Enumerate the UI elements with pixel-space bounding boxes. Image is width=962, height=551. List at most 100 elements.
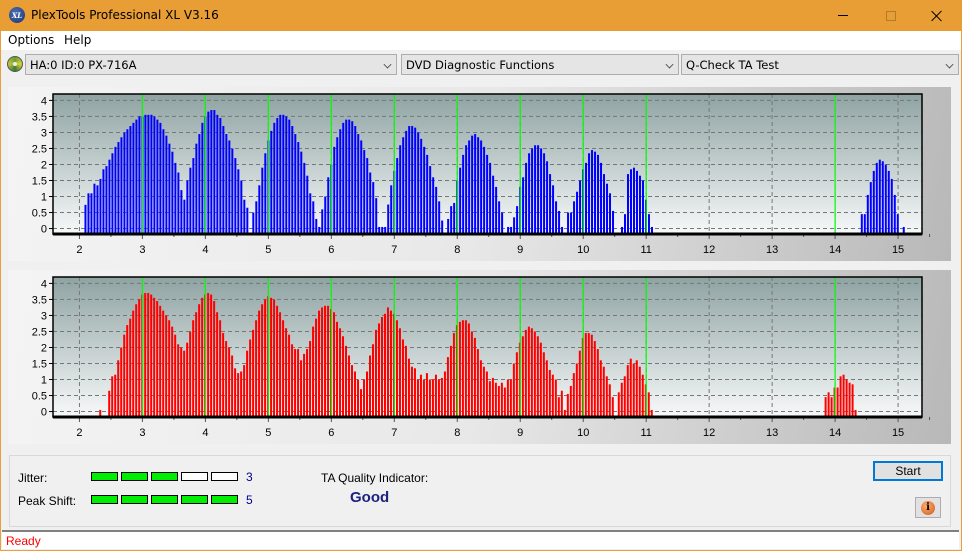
histogram-bar xyxy=(629,169,632,234)
histogram-bar xyxy=(380,317,383,417)
toolbar: HA:0 ID:0 PX-716A DVD Diagnostic Functio… xyxy=(1,50,961,80)
status-bar: Ready xyxy=(2,530,959,549)
histogram-bar xyxy=(297,142,300,234)
histogram-bar xyxy=(135,119,138,234)
histogram-bar xyxy=(117,360,120,417)
x-tick-label: 4 xyxy=(202,244,208,256)
histogram-bar xyxy=(300,151,303,234)
start-button[interactable]: Start xyxy=(873,461,943,481)
histogram-bar xyxy=(390,185,393,234)
histogram-bar xyxy=(333,312,336,417)
histogram-bar xyxy=(435,186,438,234)
x-tick-label: 10 xyxy=(577,427,589,439)
histogram-bar xyxy=(123,334,126,417)
histogram-bar xyxy=(647,214,650,234)
x-tick-label: 9 xyxy=(517,427,523,439)
ta-quality-value: Good xyxy=(350,489,390,506)
histogram-bar xyxy=(180,190,183,234)
histogram-bar xyxy=(192,320,195,417)
histogram-bar xyxy=(626,365,629,417)
histogram-bar xyxy=(497,385,500,417)
histogram-bar xyxy=(351,365,354,417)
histogram-bar xyxy=(84,204,87,234)
histogram-bar xyxy=(558,210,561,234)
histogram-bar xyxy=(612,210,615,234)
histogram-bar xyxy=(546,161,549,234)
histogram-bar xyxy=(611,397,614,417)
drive-select-value: HA:0 ID:0 PX-716A xyxy=(30,58,137,72)
y-tick-label: 3 xyxy=(41,127,47,139)
histogram-bar xyxy=(324,196,327,234)
histogram-bar xyxy=(447,218,450,234)
histogram-bar xyxy=(515,352,518,417)
histogram-bar xyxy=(408,126,411,234)
histogram-bar xyxy=(120,137,123,234)
histogram-bar xyxy=(506,379,509,417)
histogram-bar xyxy=(87,193,90,234)
histogram-bar xyxy=(425,373,428,417)
test-select[interactable]: Q-Check TA Test xyxy=(681,54,959,75)
function-select[interactable]: DVD Diagnostic Functions xyxy=(401,54,679,75)
histogram-bar xyxy=(830,397,833,417)
histogram-bar xyxy=(243,365,246,417)
histogram-bar xyxy=(243,199,246,234)
histogram-bar xyxy=(495,186,498,234)
histogram-bar xyxy=(192,158,195,234)
histogram-bar xyxy=(386,307,389,417)
histogram-bar xyxy=(608,384,611,417)
jitter-value: 3 xyxy=(246,470,253,484)
histogram-bar xyxy=(875,162,878,234)
drive-select[interactable]: HA:0 ID:0 PX-716A xyxy=(25,54,397,75)
histogram-bar xyxy=(467,323,470,417)
histogram-bar xyxy=(432,177,435,234)
histogram-bar xyxy=(255,320,258,417)
histogram-bar xyxy=(572,373,575,417)
histogram-bar xyxy=(603,174,606,234)
histogram-bar xyxy=(309,193,312,234)
histogram-bar xyxy=(605,376,608,417)
histogram-bar xyxy=(318,310,321,417)
minimize-button[interactable] xyxy=(820,0,866,31)
y-tick-label: 0 xyxy=(41,224,47,236)
histogram-bar xyxy=(537,145,540,234)
y-tick-label: 4 xyxy=(41,95,47,107)
close-button[interactable] xyxy=(914,0,960,31)
histogram-bar xyxy=(851,384,854,417)
histogram-bar xyxy=(219,118,222,234)
maximize-button[interactable] xyxy=(868,0,914,31)
jitter-meter-segment xyxy=(91,472,118,481)
histogram-bar xyxy=(641,180,644,234)
x-tick-label: 3 xyxy=(139,244,145,256)
peak-shift-meter-segment xyxy=(121,495,148,504)
histogram-bar xyxy=(827,392,830,417)
y-tick-label: 1.5 xyxy=(32,358,47,370)
histogram-bar xyxy=(321,209,324,234)
x-tick-label: 2 xyxy=(76,427,82,439)
histogram-bar xyxy=(264,153,267,234)
histogram-bar xyxy=(848,382,851,417)
histogram-bar xyxy=(279,114,282,234)
histogram-bar xyxy=(252,212,255,234)
histogram-bar xyxy=(159,122,162,234)
y-tick-label: 1 xyxy=(41,192,47,204)
histogram-bar xyxy=(279,312,282,417)
histogram-bar xyxy=(120,347,123,417)
histogram-bar xyxy=(207,293,210,417)
x-tick-label: 13 xyxy=(766,244,778,256)
menu-options[interactable]: Options xyxy=(8,33,54,47)
histogram-bar xyxy=(261,167,264,234)
menu-help[interactable]: Help xyxy=(64,33,91,47)
histogram-bar xyxy=(446,357,449,417)
histogram-bar xyxy=(180,347,183,417)
histogram-bar xyxy=(449,345,452,417)
histogram-bar xyxy=(573,201,576,234)
histogram-bar xyxy=(638,175,641,234)
histogram-bar xyxy=(453,202,456,234)
histogram-bar xyxy=(824,397,827,417)
function-select-value: DVD Diagnostic Functions xyxy=(406,58,555,72)
histogram-bar xyxy=(414,127,417,234)
histogram-bar xyxy=(264,299,267,417)
histogram-bar xyxy=(360,140,363,234)
histogram-bar xyxy=(410,366,413,417)
info-button[interactable]: i xyxy=(915,497,941,518)
